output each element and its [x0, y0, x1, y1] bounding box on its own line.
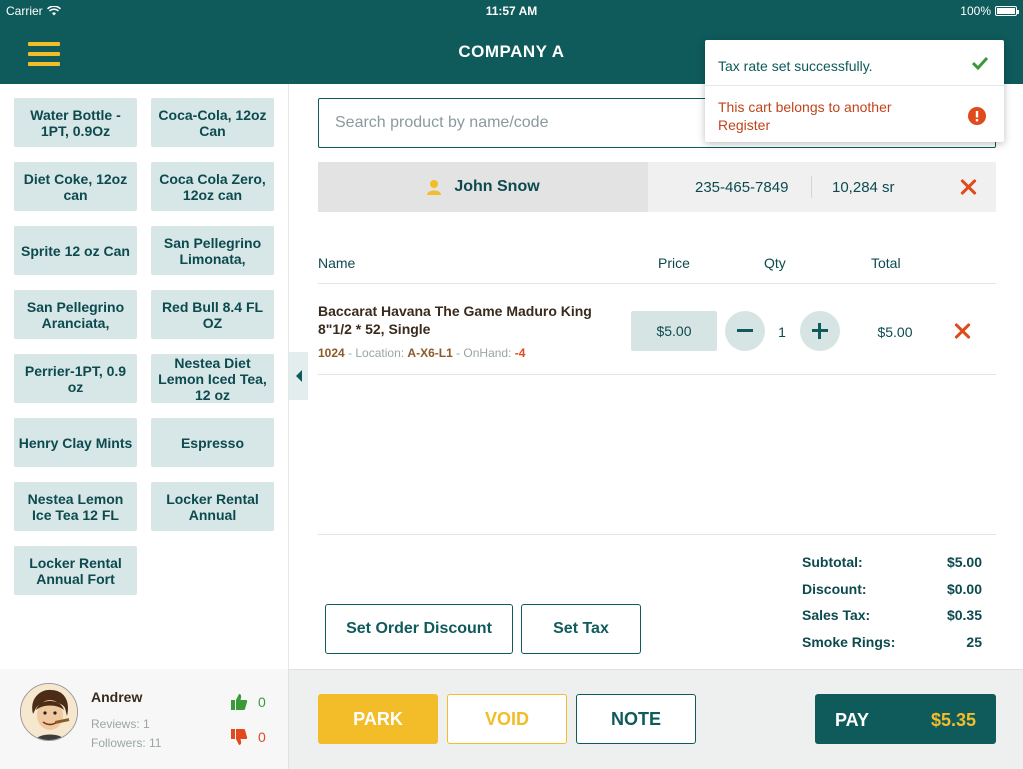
- cart-item-meta: 1024 - Location: A-X6-L1 - OnHand: -4: [318, 346, 525, 360]
- decrease-qty-minus-icon[interactable]: [725, 311, 765, 351]
- collapse-panel-button[interactable]: [289, 352, 308, 400]
- user-card: Andrew Reviews: 1 Followers: 11 0 0: [0, 669, 289, 769]
- column-header-qty: Qty: [764, 255, 786, 271]
- pay-label: PAY: [835, 710, 870, 730]
- set-tax-button[interactable]: Set Tax: [521, 604, 641, 654]
- product-tile[interactable]: San Pellegrino Aranciata,: [14, 290, 137, 339]
- checkmark-icon: [972, 56, 988, 70]
- avatar[interactable]: [20, 683, 78, 741]
- location-label: - Location:: [344, 346, 408, 360]
- item-qty: 1: [778, 324, 786, 340]
- void-button[interactable]: VOID: [447, 694, 567, 744]
- notification-popup: Tax rate set successfully. This cart bel…: [705, 40, 1004, 142]
- onhand-label: - OnHand:: [452, 346, 515, 360]
- cart-item-name: Baccarat Havana The Game Maduro King 8"1…: [318, 303, 592, 337]
- product-tile[interactable]: Sprite 12 oz Can: [14, 226, 137, 275]
- thumbs-down-icon[interactable]: [230, 728, 248, 746]
- divider: [318, 374, 996, 375]
- notification-message: This cart belongs to another Register: [718, 99, 892, 133]
- remove-customer-close-icon[interactable]: [959, 178, 977, 196]
- product-tile[interactable]: San Pellegrino Limonata,: [151, 226, 274, 275]
- user-icon: [427, 180, 442, 195]
- item-location: A-X6-L1: [407, 346, 453, 360]
- note-button[interactable]: NOTE: [576, 694, 696, 744]
- product-tile[interactable]: Water Bottle - 1PT, 0.9Oz: [14, 98, 137, 147]
- customer-name: John Snow: [454, 178, 540, 195]
- product-tile[interactable]: Locker Rental Annual: [151, 482, 274, 531]
- item-price-button[interactable]: $5.00: [631, 311, 717, 351]
- subtotal-value: $5.00: [946, 554, 982, 570]
- notification-message: Tax rate set successfully.: [718, 58, 873, 74]
- smoke-rings-label: Smoke Rings:: [802, 634, 896, 650]
- sales-tax-label: Sales Tax:: [802, 607, 871, 623]
- discount-value: $0.00: [946, 581, 982, 597]
- dislikes-count: 0: [258, 729, 266, 745]
- discount-label: Discount:: [802, 581, 867, 597]
- increase-qty-plus-icon[interactable]: [800, 311, 840, 351]
- likes-count: 0: [258, 694, 266, 710]
- park-button[interactable]: PARK: [318, 694, 438, 744]
- pay-button[interactable]: PAY $5.35: [815, 694, 996, 744]
- customer-points: 10,284 sr: [832, 179, 895, 196]
- item-total: $5.00: [877, 324, 913, 340]
- user-reviews: Reviews: 1: [91, 717, 150, 731]
- battery-percent: 100%: [960, 4, 991, 18]
- divider: [318, 534, 996, 535]
- remove-item-close-icon[interactable]: [953, 322, 971, 340]
- item-code: 1024: [318, 346, 345, 360]
- sales-tax-value: $0.35: [946, 607, 982, 623]
- column-header-name: Name: [318, 255, 356, 271]
- item-onhand: -4: [514, 346, 526, 360]
- user-followers: Followers: 11: [91, 736, 162, 750]
- chevron-left-icon: [295, 370, 302, 382]
- thumbs-up-icon[interactable]: [230, 693, 248, 711]
- column-header-total: Total: [871, 255, 901, 271]
- user-name: Andrew: [91, 689, 143, 705]
- product-tile[interactable]: Henry Clay Mints: [14, 418, 137, 467]
- product-tile[interactable]: Nestea Lemon Ice Tea 12 FL: [14, 482, 137, 531]
- product-tile[interactable]: Red Bull 8.4 FL OZ: [151, 290, 274, 339]
- error-icon: [968, 107, 986, 125]
- pay-amount: $5.35: [930, 710, 976, 730]
- status-bar: Carrier 11:57 AM 100%: [0, 0, 1023, 22]
- subtotal-label: Subtotal:: [802, 554, 863, 570]
- product-tile[interactable]: Coca-Cola, 12oz Can: [151, 98, 274, 147]
- customer-selector[interactable]: John Snow: [318, 162, 648, 212]
- product-tile[interactable]: Perrier-1PT, 0.9 oz: [14, 354, 137, 403]
- customer-phone: 235-465-7849: [695, 179, 789, 196]
- product-tile[interactable]: Diet Coke, 12oz can: [14, 162, 137, 211]
- product-tile[interactable]: Locker Rental Annual Fort: [14, 546, 137, 595]
- notification-success[interactable]: Tax rate set successfully.: [705, 40, 1004, 86]
- set-order-discount-button[interactable]: Set Order Discount: [325, 604, 513, 654]
- divider: [811, 176, 812, 198]
- clock: 11:57 AM: [485, 4, 538, 18]
- product-tile[interactable]: Coca Cola Zero, 12oz can: [151, 162, 274, 211]
- customer-details: 235-465-7849 10,284 sr: [648, 162, 996, 212]
- product-tile[interactable]: Nestea Diet Lemon Iced Tea, 12 oz: [151, 354, 274, 403]
- column-header-price: Price: [658, 255, 690, 271]
- battery-icon: [995, 6, 1019, 16]
- avatar-image: [21, 684, 77, 740]
- product-grid: Water Bottle - 1PT, 0.9Oz Coca-Cola, 12o…: [0, 84, 289, 669]
- battery-info: 100%: [960, 4, 1019, 18]
- divider: [318, 283, 996, 284]
- product-tile[interactable]: Espresso: [151, 418, 274, 467]
- smoke-rings-value: 25: [966, 634, 982, 650]
